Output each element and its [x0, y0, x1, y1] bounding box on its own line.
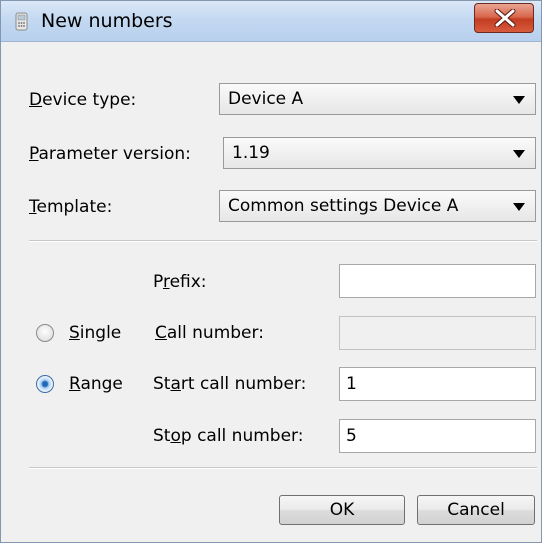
stop-call-number-input[interactable]: [339, 419, 536, 453]
close-icon: [494, 9, 516, 27]
chevron-down-icon: [513, 150, 525, 158]
single-radio[interactable]: [36, 324, 54, 342]
device-type-select[interactable]: Device A: [219, 83, 536, 115]
parameter-version-value: 1.19: [232, 143, 270, 163]
single-radio-label[interactable]: Single: [69, 323, 121, 343]
phone-icon: [13, 12, 31, 32]
stop-call-number-label: Stop call number:: [153, 426, 304, 446]
title-bar[interactable]: New numbers: [1, 1, 541, 42]
parameter-version-label: Parameter version:: [29, 144, 191, 164]
call-number-label: Call number:: [155, 323, 264, 343]
chevron-down-icon: [513, 96, 525, 104]
dialog-window: New numbers Device type: Device A Parame…: [0, 0, 542, 543]
start-call-number-label: Start call number:: [153, 374, 307, 394]
range-radio[interactable]: [36, 375, 54, 393]
window-title: New numbers: [41, 10, 173, 32]
template-label: Template:: [29, 197, 113, 217]
chevron-down-icon: [513, 203, 525, 211]
device-type-label: Device type:: [29, 90, 137, 110]
prefix-input[interactable]: [339, 264, 536, 298]
call-number-input: [339, 316, 536, 350]
separator-bottom: [29, 467, 537, 469]
prefix-label: Prefix:: [153, 272, 207, 292]
template-value: Common settings Device A: [228, 196, 459, 216]
close-button[interactable]: [474, 3, 534, 33]
separator-top: [29, 240, 537, 242]
template-select[interactable]: Common settings Device A: [219, 190, 536, 222]
device-type-value: Device A: [228, 89, 304, 109]
cancel-button[interactable]: Cancel: [417, 495, 535, 525]
start-call-number-input[interactable]: [339, 367, 536, 401]
range-radio-label[interactable]: Range: [69, 374, 123, 394]
parameter-version-select[interactable]: 1.19: [223, 137, 536, 169]
ok-button[interactable]: OK: [279, 495, 405, 525]
